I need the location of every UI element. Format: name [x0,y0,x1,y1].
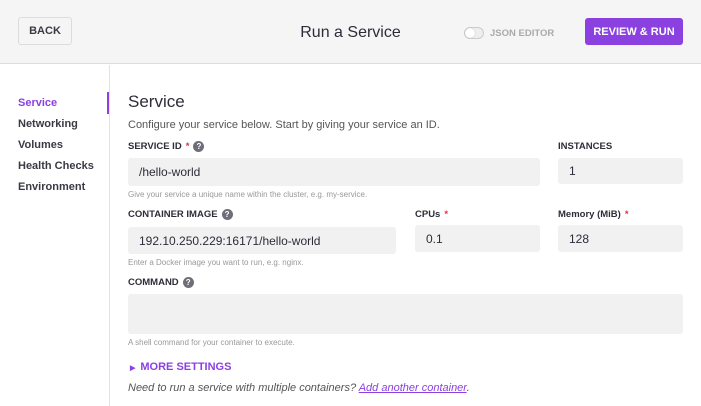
json-editor-label[interactable]: JSON EDITOR [490,28,554,39]
active-indicator [107,92,109,114]
service-id-input[interactable]: /hello-world [128,158,540,186]
help-icon[interactable]: ? [182,277,194,288]
review-and-run-button[interactable]: REVIEW & RUN [585,18,683,45]
add-another-container-link[interactable]: Add another container [359,382,467,394]
help-icon[interactable]: ? [193,141,205,152]
instances-label-text: INSTANCES [558,141,613,152]
command-textarea[interactable] [128,294,683,334]
service-id-hint: Give your service a unique name within t… [128,190,368,199]
footer-text: Need to run a service with multiple cont… [128,382,359,394]
cpus-label: CPUs * [415,209,448,220]
required-marker: * [185,141,190,152]
instances-label: INSTANCES [558,141,612,152]
instances-input[interactable]: 1 [558,158,683,184]
container-image-hint: Enter a Docker image you want to run, e.… [128,258,304,267]
container-image-label: CONTAINER IMAGE ? [128,209,233,220]
command-label-text: COMMAND [128,277,179,288]
sidebar-item-networking[interactable]: Networking [18,118,78,130]
section-heading: Service [128,92,185,111]
sidebar-item-volumes[interactable]: Volumes [18,139,63,151]
command-hint: A shell command for your container to ex… [128,338,295,347]
caret-right-icon: ▶ [130,365,136,372]
sidebar-item-health-checks[interactable]: Health Checks [18,160,94,172]
command-label: COMMAND ? [128,277,194,288]
required-marker: * [444,209,449,220]
service-id-label-text: SERVICE ID [128,141,182,152]
sidebar: Service Networking Volumes Health Checks… [0,65,110,406]
more-settings-label: MORE SETTINGS [140,361,232,373]
sidebar-item-environment[interactable]: Environment [18,181,85,193]
memory-input[interactable]: 128 [558,225,683,252]
footer-end: . [466,382,470,394]
container-image-input[interactable]: 192.10.250.229:16171/hello-world [128,227,396,254]
section-description: Configure your service below. Start by g… [128,119,440,131]
container-image-label-text: CONTAINER IMAGE [128,209,218,220]
more-settings-toggle[interactable]: ▶ MORE SETTINGS [130,361,231,373]
help-icon[interactable]: ? [221,209,233,220]
header: BACK Run a Service JSON EDITOR REVIEW & … [0,0,701,64]
sidebar-item-service[interactable]: Service [18,97,57,109]
multi-container-note: Need to run a service with multiple cont… [128,382,470,394]
service-id-label: SERVICE ID * ? [128,141,205,152]
required-marker: * [624,209,629,220]
memory-label-text: Memory (MiB) [558,209,621,220]
json-editor-toggle[interactable] [464,27,484,39]
cpus-input[interactable]: 0.1 [415,225,540,252]
memory-label: Memory (MiB) * [558,209,629,220]
cpus-label-text: CPUs [415,209,441,220]
